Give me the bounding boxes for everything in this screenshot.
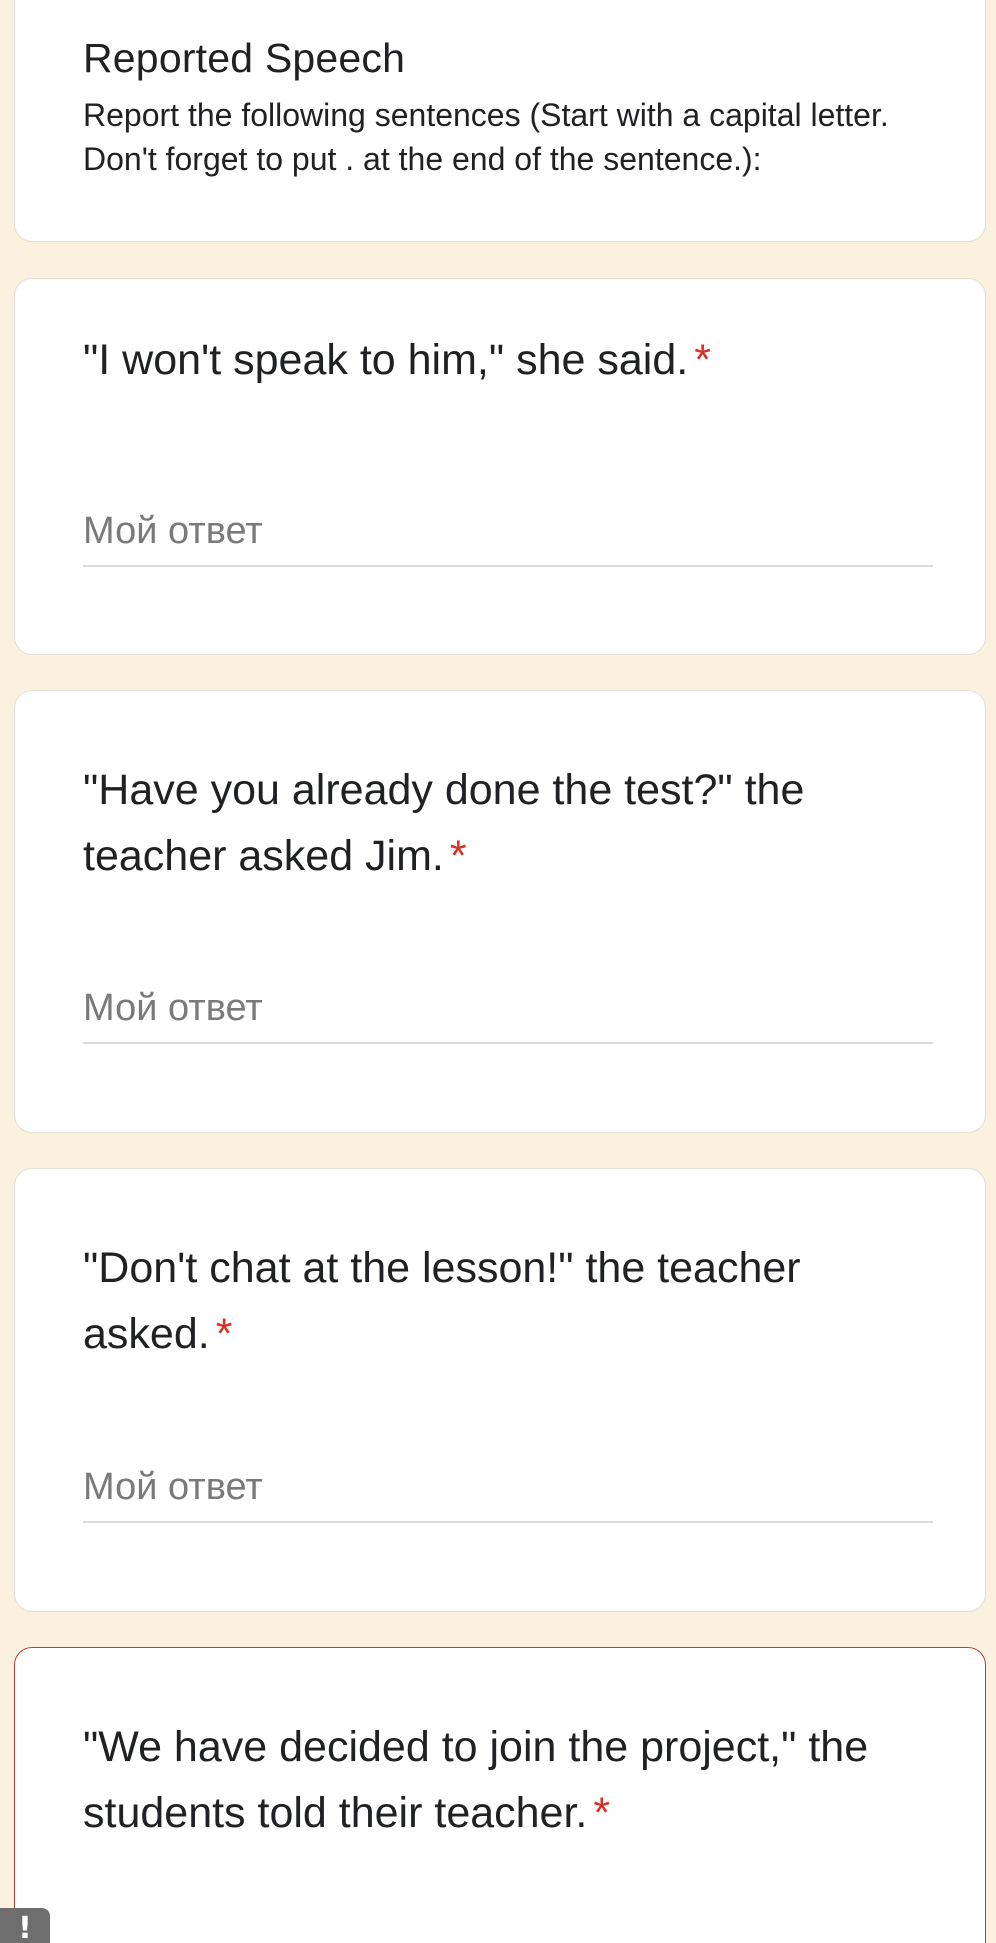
form-header-card: Reported Speech Report the following sen… [14,0,986,242]
question-card-1: "I won't speak to him," she said. * [14,278,986,655]
question-text: "Don't chat at the lesson!" the teacher … [83,1244,801,1358]
required-asterisk: * [593,1789,611,1837]
answer-field[interactable] [83,974,933,1044]
question-title: "Have you already done the test?" the te… [83,691,917,889]
question-title: "I won't speak to him," she said. * [83,279,917,393]
question-title: "Don't chat at the lesson!" the teacher … [83,1169,917,1367]
question-text: "Have you already done the test?" the te… [83,766,805,880]
form-description: Report the following sentences (Start wi… [83,97,889,177]
report-issue-button[interactable]: ! [0,1908,50,1943]
form-page: Reported Speech Report the following sen… [0,0,996,1943]
required-asterisk: * [694,336,711,384]
answer-input[interactable] [83,1453,933,1521]
question-card-3: "Don't chat at the lesson!" the teacher … [14,1168,986,1612]
question-card-4: "We have decided to join the project," t… [14,1647,986,1943]
answer-input[interactable] [83,974,933,1042]
required-asterisk: * [215,1310,233,1358]
question-card-2: "Have you already done the test?" the te… [14,690,986,1133]
answer-input[interactable] [83,497,933,565]
answer-field[interactable] [83,1453,933,1523]
question-title: "We have decided to join the project," t… [83,1648,917,1846]
question-text: "I won't speak to him," she said. [83,336,689,384]
question-text: "We have decided to join the project," t… [83,1723,869,1837]
form-title: Reported Speech [83,35,406,81]
required-asterisk: * [449,832,467,880]
answer-field[interactable] [83,497,933,567]
